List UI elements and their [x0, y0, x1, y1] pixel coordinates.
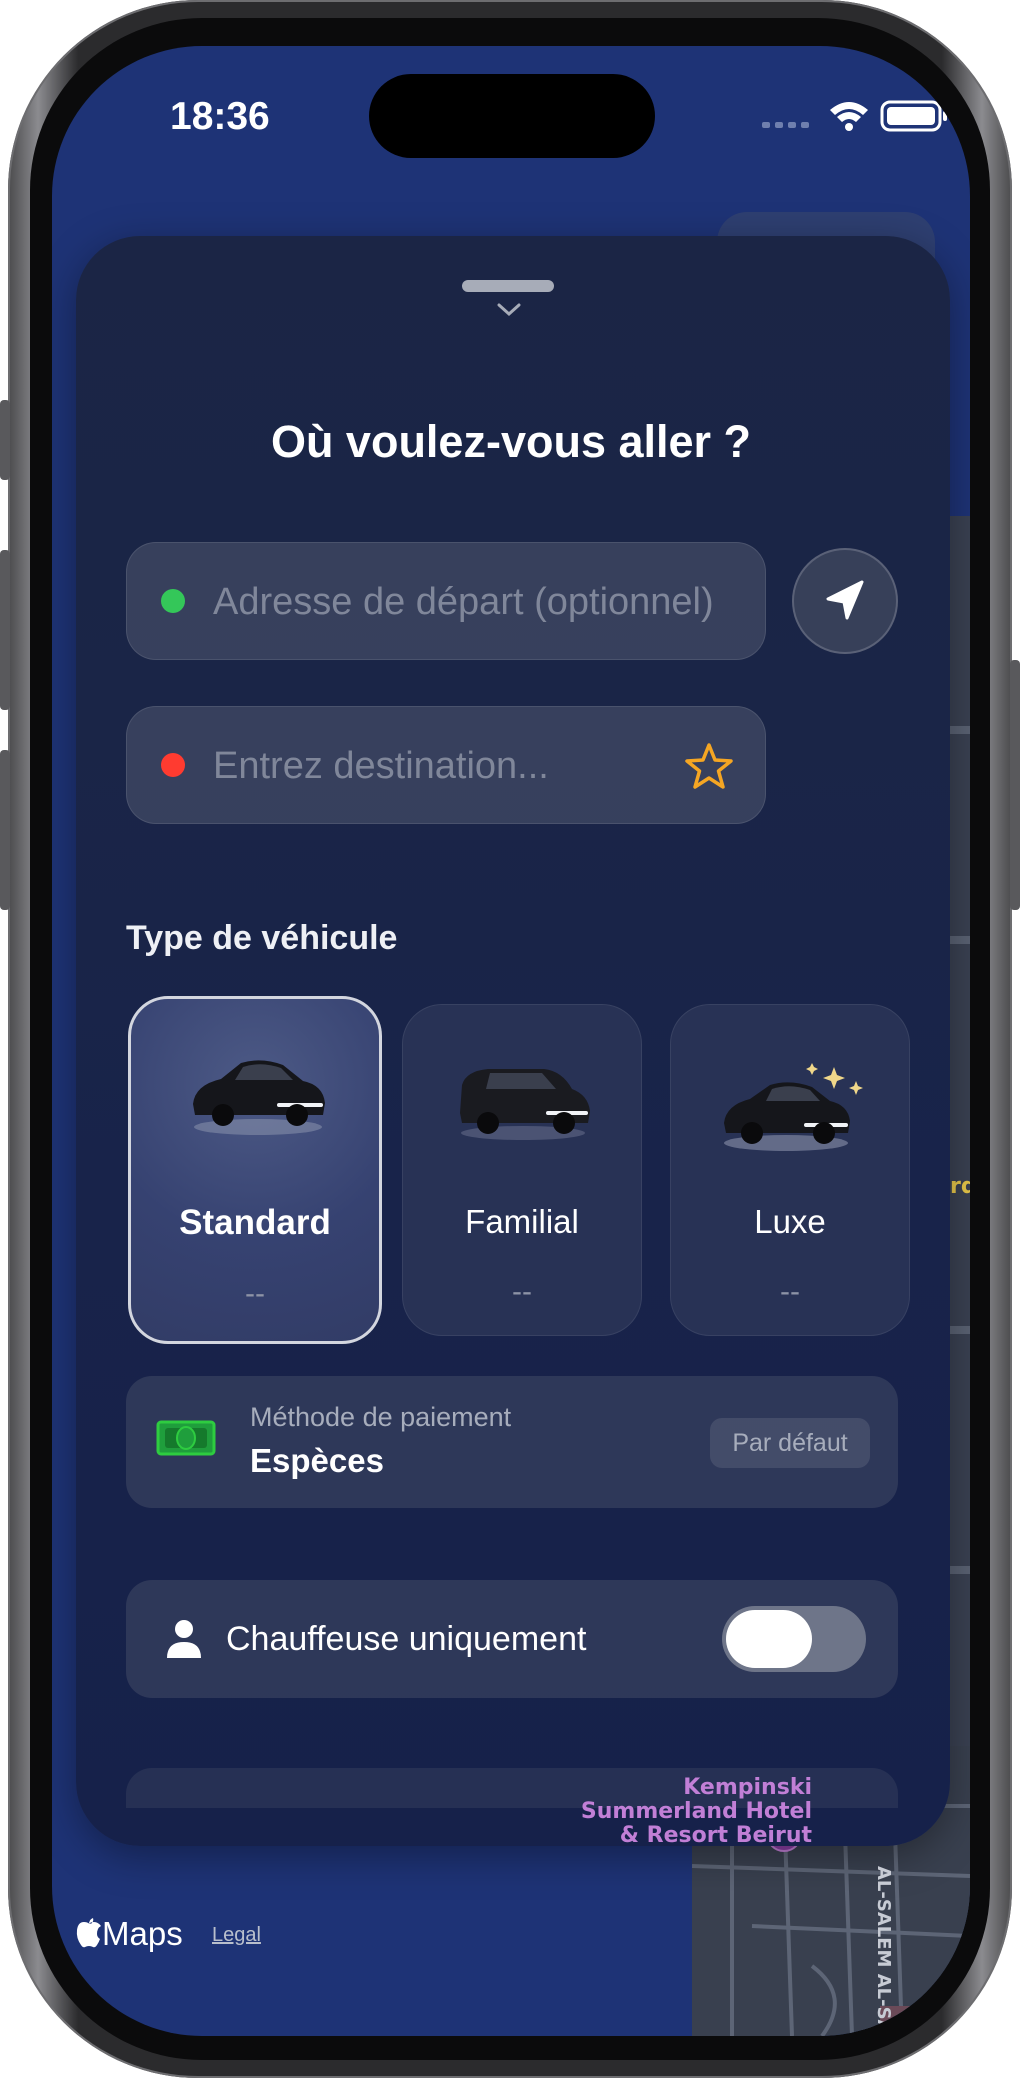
- destination-dot-icon: [161, 753, 185, 777]
- toggle-knob: [726, 1610, 812, 1668]
- vehicle-card-familial[interactable]: Familial --: [402, 1004, 642, 1336]
- vehicle-price: --: [780, 1275, 800, 1308]
- street-label-container: AL-SALEM AL-SABAH: [868, 1866, 898, 2036]
- screen: ne rd 18:36: [52, 46, 970, 2036]
- sheet-grabber[interactable]: [462, 280, 554, 292]
- status-time: 18:36: [170, 95, 270, 138]
- maps-text: Maps: [102, 1915, 183, 1952]
- vehicle-price: --: [512, 1275, 532, 1308]
- payment-method-row[interactable]: Méthode de paiement Espèces Par défaut: [126, 1376, 898, 1508]
- legal-link[interactable]: Legal: [212, 1924, 261, 1947]
- vehicle-name: Standard: [179, 1203, 331, 1242]
- vehicle-price: --: [245, 1277, 265, 1310]
- female-driver-toggle[interactable]: [722, 1606, 866, 1672]
- wifi-icon: [830, 102, 868, 131]
- female-driver-option-row: Chauffeuse uniquement: [126, 1580, 898, 1698]
- vehicle-card-standard[interactable]: Standard --: [128, 996, 382, 1344]
- pickup-field[interactable]: Adresse de départ (optionnel): [126, 542, 766, 660]
- person-icon: [167, 1620, 201, 1658]
- street-label: AL-SALEM AL-SABAH: [873, 1866, 894, 2036]
- favorite-star-icon[interactable]: [683, 741, 735, 793]
- battery-icon: [880, 100, 947, 132]
- payment-label: Méthode de paiement: [250, 1402, 512, 1432]
- vehicle-name: Familial: [465, 1203, 579, 1240]
- female-driver-label: Chauffeuse uniquement: [226, 1620, 587, 1658]
- sheet-title: Où voulez-vous aller ?: [270, 416, 752, 467]
- chevron-down-icon[interactable]: [496, 302, 522, 318]
- cash-icon: [156, 1420, 216, 1456]
- familial-van-icon: [460, 1069, 590, 1140]
- vehicle-section-label: Type de véhicule: [126, 919, 398, 957]
- mute-switch: [0, 400, 10, 480]
- default-badge: Par défaut: [710, 1418, 870, 1468]
- volume-down-button: [0, 750, 10, 910]
- current-location-button[interactable]: [792, 548, 898, 654]
- pickup-dot-icon: [161, 589, 185, 613]
- pickup-placeholder: Adresse de départ (optionnel): [213, 581, 714, 623]
- map-edge-label-yellow: rd: [950, 1174, 970, 1199]
- apple-logo-icon: [76, 1918, 101, 1948]
- power-button: [1010, 660, 1020, 910]
- vehicle-card-luxe[interactable]: Luxe --: [670, 1004, 910, 1336]
- destination-field[interactable]: Entrez destination...: [126, 706, 766, 824]
- cellular-signal-icon: [762, 122, 809, 128]
- dynamic-island: [369, 74, 655, 158]
- volume-up-button: [0, 550, 10, 710]
- hotel-poi-label[interactable]: Kempinski Summerland Hotel & Resort Beir…: [572, 1776, 812, 1848]
- location-arrow-icon: [826, 580, 864, 620]
- luxe-car-icon: [724, 1063, 863, 1151]
- status-icons-svg: [762, 100, 947, 132]
- vehicle-name: Luxe: [754, 1203, 826, 1240]
- status-icons: [712, 96, 952, 136]
- payment-value: Espèces: [250, 1442, 384, 1479]
- destination-placeholder: Entrez destination...: [213, 745, 549, 787]
- apple-maps-logo: Maps: [76, 1914, 183, 1954]
- standard-car-icon: [193, 1060, 325, 1135]
